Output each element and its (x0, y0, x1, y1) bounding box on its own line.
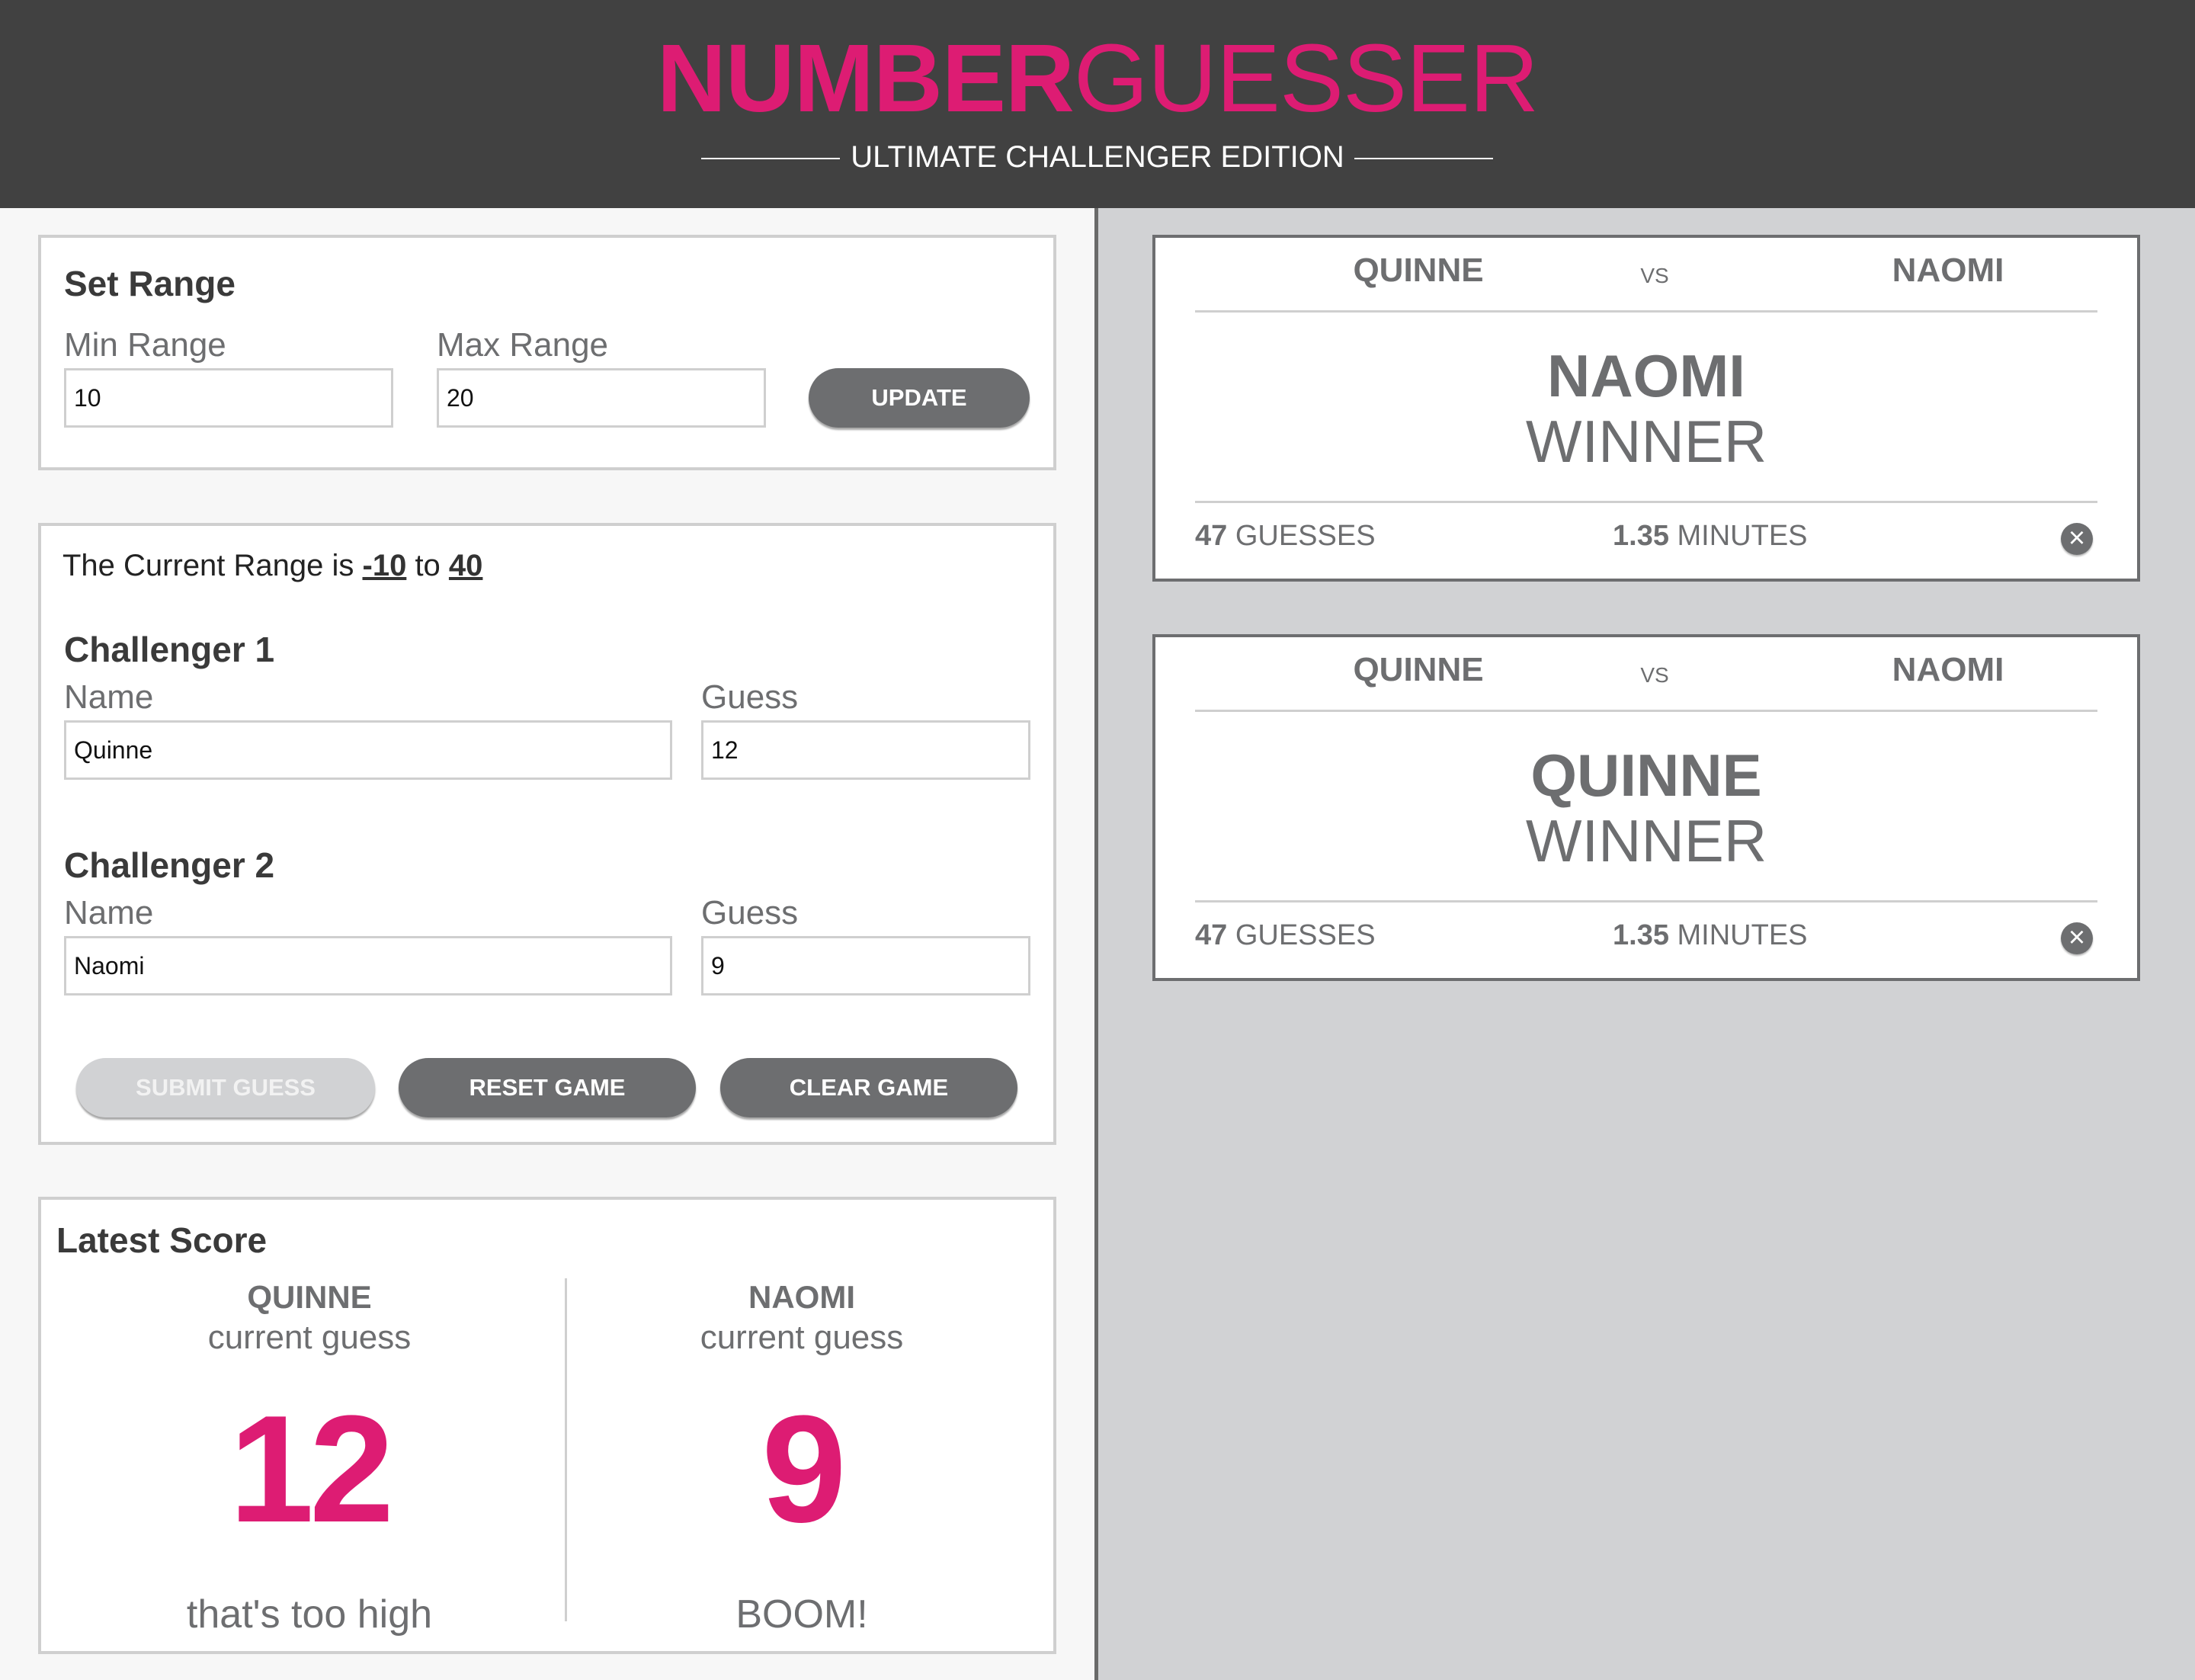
result-divider-bottom (1195, 900, 2097, 903)
close-icon[interactable]: × (2061, 523, 2093, 555)
max-range-input[interactable] (437, 368, 766, 428)
result-guesses: 47 GUESSES (1195, 520, 1376, 553)
score-player-1-number: 12 (229, 1384, 394, 1554)
set-range-title: Set Range (64, 264, 236, 303)
result-guesses: 47 GUESSES (1195, 919, 1376, 952)
score-player-2: NAOMI current guess 9 BOOM! (572, 1279, 1032, 1637)
score-divider (565, 1278, 567, 1621)
score-player-1-sub: current guess (207, 1319, 412, 1356)
result-divider-top (1195, 710, 2097, 712)
app-title: NUMBERGUESSER (0, 29, 2195, 128)
challenger-2-guess-label: Guess (701, 894, 799, 931)
challenger-2-name-label: Name (64, 894, 154, 931)
latest-score-title: Latest Score (56, 1220, 268, 1260)
result-player-1: QUINNE (1353, 252, 1484, 289)
score-player-2-feedback: BOOM! (735, 1592, 868, 1637)
result-divider-bottom (1195, 501, 2097, 503)
result-card: QUINNE VS NAOMI NAOMI WINNER 47 GUESSES … (1152, 235, 2140, 582)
max-range-label: Max Range (437, 326, 609, 364)
current-range-min: -10 (362, 549, 407, 582)
score-player-2-sub: current guess (700, 1319, 904, 1356)
clear-game-button[interactable]: CLEAR GAME (720, 1058, 1017, 1117)
challenger-1-guess-input[interactable] (701, 720, 1030, 780)
result-time-value: 1.35 (1613, 520, 1669, 552)
challenger-1-name-input[interactable] (64, 720, 672, 780)
current-range-max: 40 (448, 549, 483, 582)
result-winner-name: QUINNE (1530, 742, 1762, 809)
subtitle-rule-right (1354, 158, 1493, 159)
result-winner-label: WINNER (1525, 408, 1767, 475)
challenger-2-guess-input[interactable] (701, 936, 1030, 995)
score-player-1: QUINNE current guess 12 that's too high (61, 1279, 558, 1637)
result-vs: VS (1640, 663, 1669, 687)
result-winner-name: NAOMI (1547, 342, 1745, 409)
app-header: NUMBERGUESSER ULTIMATE CHALLENGER EDITIO… (0, 0, 2195, 208)
result-time-label: MINUTES (1668, 520, 1808, 552)
result-player-2: NAOMI (1892, 651, 2004, 688)
challenger-1-name-label: Name (64, 678, 154, 716)
app-title-light: GUESSER (1073, 24, 1539, 132)
reset-game-button[interactable]: RESET GAME (399, 1058, 696, 1117)
result-time-value: 1.35 (1613, 919, 1669, 951)
current-range-prefix: The Current Range is (62, 549, 363, 582)
result-player-1: QUINNE (1353, 651, 1484, 688)
update-button[interactable]: UPDATE (809, 368, 1030, 428)
score-player-2-number: 9 (761, 1384, 846, 1554)
close-icon[interactable]: × (2061, 922, 2093, 954)
result-player-2: NAOMI (1892, 252, 2004, 289)
min-range-label: Min Range (64, 326, 226, 364)
result-card: QUINNE VS NAOMI QUINNE WINNER 47 GUESSES… (1152, 634, 2140, 981)
score-player-1-name: QUINNE (247, 1279, 372, 1315)
app-title-bold: NUMBER (656, 24, 1075, 132)
result-guesses-count: 47 (1195, 919, 1228, 951)
result-divider-top (1195, 310, 2097, 313)
min-range-input[interactable] (64, 368, 393, 428)
result-guesses-label: GUESSES (1227, 919, 1376, 951)
result-vs: VS (1640, 264, 1669, 287)
result-time-label: MINUTES (1668, 919, 1808, 951)
score-player-1-feedback: that's too high (186, 1592, 433, 1637)
challenger-2-name-input[interactable] (64, 936, 672, 995)
challenger-1-title: Challenger 1 (64, 630, 275, 669)
app-subtitle: ULTIMATE CHALLENGER EDITION (851, 140, 1344, 174)
score-player-2-name: NAOMI (748, 1279, 855, 1315)
current-range-text: The Current Range is -10 to 40 (62, 549, 482, 583)
current-range-to: to (406, 549, 449, 582)
result-time: 1.35 MINUTES (1613, 520, 1808, 553)
submit-guess-button[interactable]: SUBMIT GUESS (76, 1058, 375, 1117)
result-time: 1.35 MINUTES (1613, 919, 1808, 952)
challenger-2-title: Challenger 2 (64, 845, 275, 885)
result-winner-label: WINNER (1525, 807, 1767, 874)
challenger-1-guess-label: Guess (701, 678, 799, 716)
challenger-card (38, 523, 1056, 1145)
result-guesses-label: GUESSES (1227, 520, 1376, 552)
result-guesses-count: 47 (1195, 520, 1228, 552)
